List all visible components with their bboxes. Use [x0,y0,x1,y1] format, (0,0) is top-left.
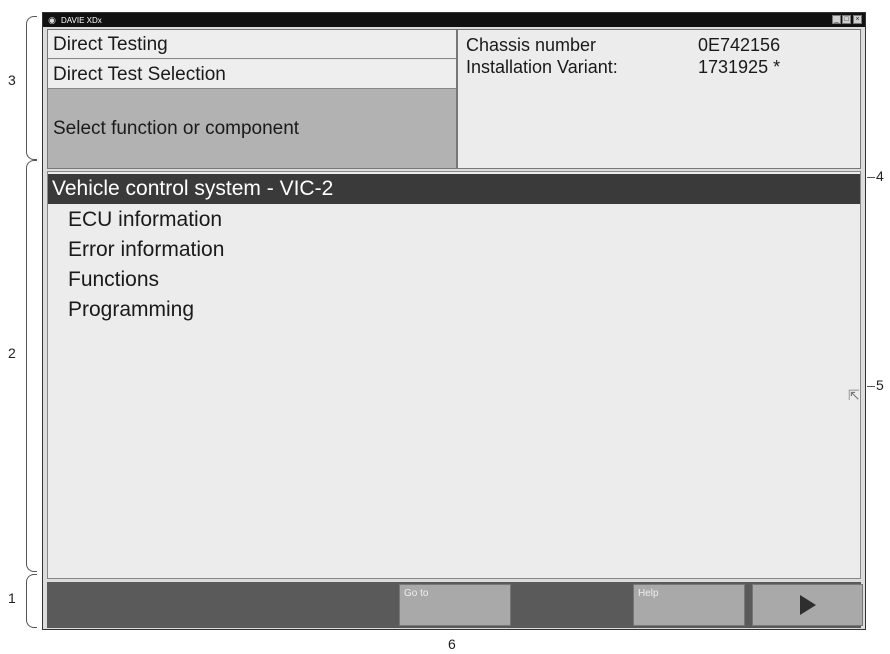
list-item-error-information[interactable]: Error information [68,238,224,262]
window-title: DAVIE XDx [61,15,102,25]
app-window: ◉ DAVIE XDx _ □ × Direct Testing Direct … [42,12,866,630]
installation-variant-value: 1731925 * [698,57,781,77]
list-item-ecu-information[interactable]: ECU information [68,208,222,232]
callout-5-leader [867,386,875,387]
go-to-label: Go to [404,588,429,599]
list-selected-system[interactable]: Vehicle control system - VIC-2 [48,174,860,204]
navigation-panel: Direct Testing Direct Test Selection Sel… [47,29,457,169]
callout-2-brace [26,160,37,572]
help-button[interactable]: Help [633,584,745,626]
minimize-icon[interactable]: _ [832,15,841,24]
bottom-toolbar: Go to Help [47,582,863,628]
callout-4-leader [867,177,875,178]
callout-3: 3 [8,72,16,88]
chassis-number-value: 0E742156 [698,35,781,55]
mouse-pointer-icon: ⇱ [848,387,860,403]
help-label: Help [638,588,659,599]
callout-6: 6 [448,636,456,652]
callout-4: 4 [876,168,884,184]
callout-3-brace [26,16,37,160]
nav-selected-label: Select function or component [53,117,300,139]
callout-1: 1 [8,590,16,606]
callout-2: 2 [8,345,16,361]
maximize-icon[interactable]: □ [842,15,851,24]
list-item-functions[interactable]: Functions [68,268,159,292]
nav-direct-testing[interactable]: Direct Testing [48,30,456,59]
callout-1-brace [26,574,37,628]
next-button[interactable] [752,584,863,626]
nav-direct-test-selection[interactable]: Direct Test Selection [48,60,456,89]
chassis-number-label: Chassis number [466,35,597,55]
installation-variant-label: Installation Variant: [466,57,618,77]
list-item-programming[interactable]: Programming [68,298,194,322]
title-bar: ◉ DAVIE XDx _ □ × [43,13,865,27]
nav-selected-step[interactable]: Select function or component [48,89,456,168]
go-to-button[interactable]: Go to [399,584,511,626]
close-icon[interactable]: × [853,15,862,24]
car-icon: ◉ [48,14,56,25]
function-list-panel: Vehicle control system - VIC-2 ECU infor… [47,171,861,579]
play-icon [799,595,816,615]
callout-5: 5 [876,377,884,393]
vehicle-info-panel: Chassis number 0E742156 Installation Var… [457,29,861,169]
